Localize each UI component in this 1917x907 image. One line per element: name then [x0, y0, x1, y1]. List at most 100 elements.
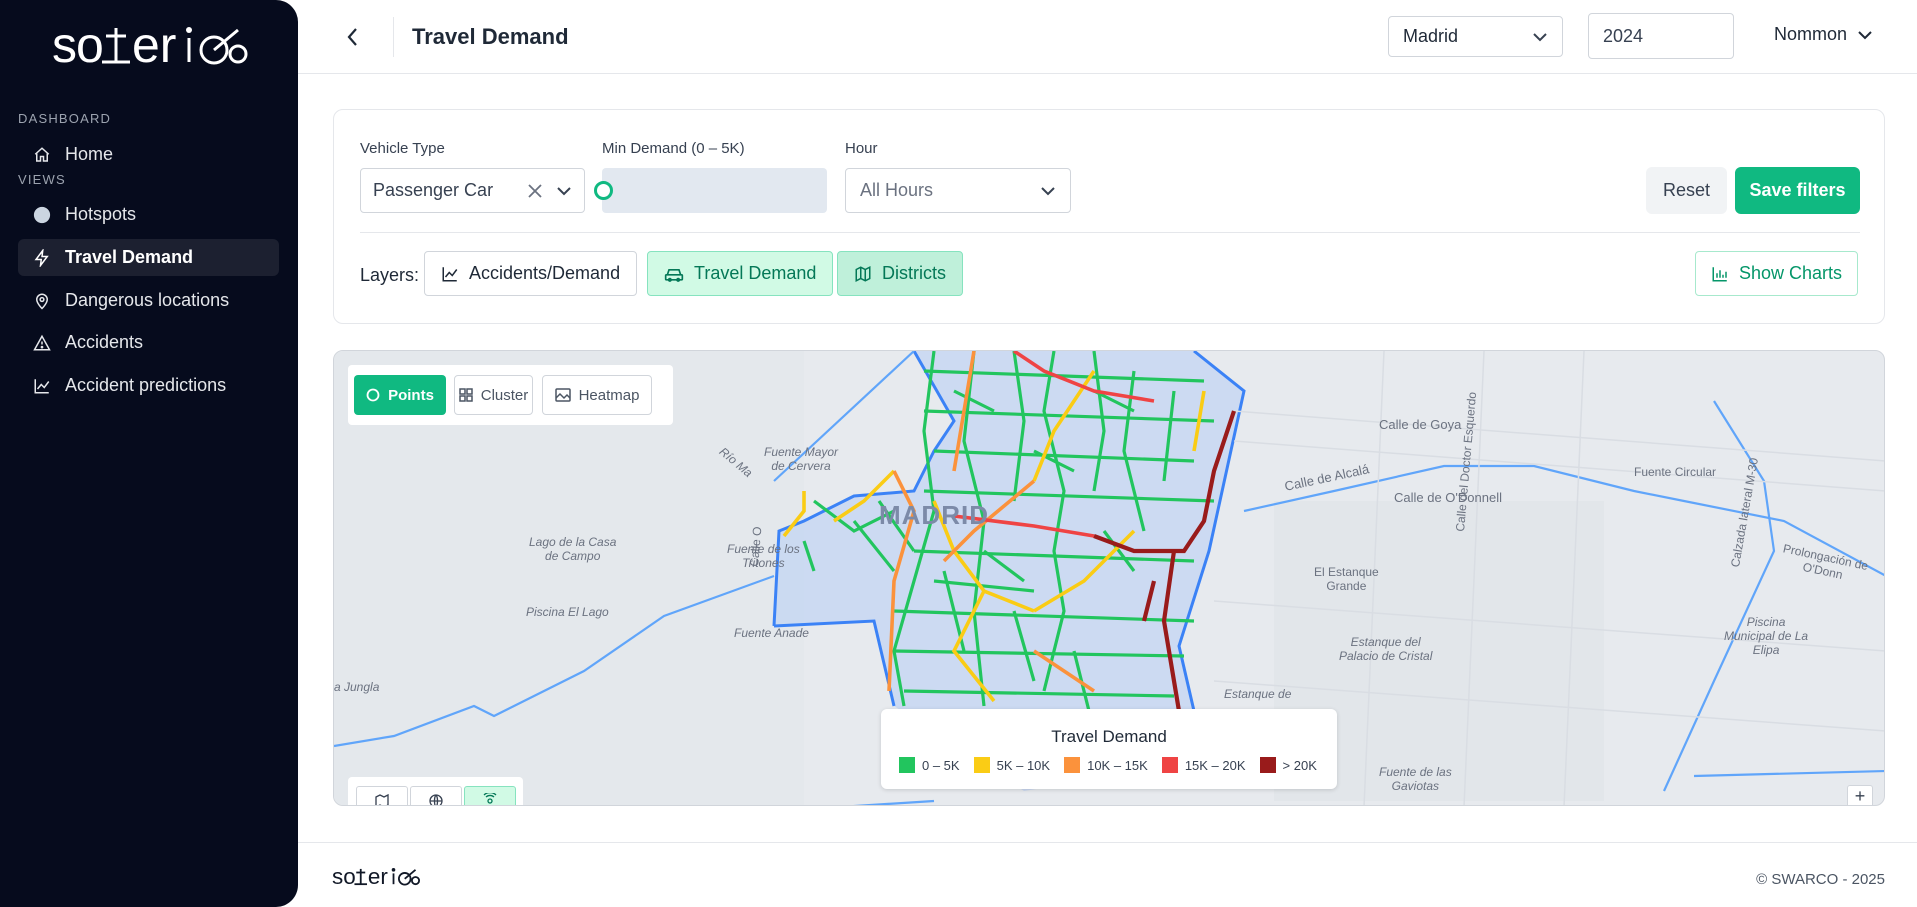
soterio-logo[interactable]: so er	[52, 17, 248, 75]
sidebar: so er DASHBOARD Home VIEWS Hotspots Trav…	[0, 0, 298, 907]
bolt-icon	[32, 248, 52, 268]
vehicle-type-value: Passenger Car	[373, 180, 494, 200]
basemap-globe-button[interactable]	[410, 786, 462, 805]
user-menu[interactable]: Nommon	[1774, 24, 1873, 45]
map-view[interactable]: MADRID Calle de Goya Calle de Alcalá Cal…	[333, 350, 1885, 806]
sidebar-item-label: Travel Demand	[65, 247, 194, 267]
map-label-piscina-elipa: Piscina Municipal de La Elipa	[1724, 615, 1809, 657]
basemap-switcher	[348, 777, 523, 805]
map-label-jungla: a Jungla	[334, 680, 380, 694]
sidebar-item-label: Accident predictions	[65, 375, 227, 395]
map-label-fuente-cervera: Fuente Mayor de Cervera	[764, 445, 839, 473]
map-pin-icon	[32, 291, 52, 311]
show-charts-button[interactable]: Show Charts	[1695, 251, 1858, 296]
sidebar-item-hotspots[interactable]: Hotspots	[18, 196, 279, 233]
layer-label: Travel Demand	[694, 263, 817, 283]
legend-item-label: > 20K	[1282, 757, 1317, 773]
basemap-satellite-button[interactable]	[464, 786, 516, 805]
sidebar-item-dangerous-locations[interactable]: Dangerous locations	[18, 282, 279, 319]
line-chart-icon	[442, 266, 458, 281]
map-label-estanque-de: Estanque de	[1224, 687, 1292, 701]
satellite-icon	[483, 793, 497, 804]
user-name: Nommon	[1774, 24, 1848, 44]
legend-item: > 20K	[1259, 757, 1317, 773]
mode-cluster-button[interactable]: Cluster	[454, 375, 533, 415]
back-button[interactable]	[338, 22, 368, 52]
legend-swatch	[1161, 757, 1178, 773]
sidebar-item-label: Hotspots	[65, 204, 137, 224]
map-label-calle-goya: Calle de Goya	[1379, 417, 1462, 432]
map-label-fuente-anade: Fuente Anade	[734, 626, 809, 640]
vehicle-type-label: Vehicle Type	[360, 140, 445, 157]
legend-item-label: 5K – 10K	[996, 757, 1051, 773]
reset-button[interactable]: Reset	[1646, 167, 1727, 214]
map-label-estanque-grande: El Estanque Grande	[1314, 565, 1379, 593]
warning-triangle-icon	[32, 333, 52, 353]
map-label-piscina-el-lago: Piscina El Lago	[526, 605, 609, 619]
map-label-calle-odonnell: Calle de O'Donnell	[1394, 490, 1502, 505]
layer-label: Districts	[882, 263, 946, 283]
svg-text:so: so	[52, 22, 103, 70]
svg-text:er: er	[368, 865, 388, 889]
globe-icon	[429, 794, 443, 805]
mode-label: Points	[388, 386, 434, 404]
top-header: Travel Demand Madrid Nommon	[298, 0, 1917, 74]
sidebar-item-label: Accidents	[65, 332, 144, 352]
header-divider	[393, 17, 394, 57]
min-demand-label: Min Demand (0 – 5K)	[602, 140, 745, 157]
image-icon	[554, 388, 571, 402]
layer-travel-demand-button[interactable]: Travel Demand	[647, 251, 834, 296]
circle-icon	[32, 205, 52, 225]
section-label-views: VIEWS	[18, 172, 66, 187]
chevron-down-icon	[1858, 30, 1872, 39]
hour-select-value: All Hours	[860, 180, 934, 200]
map-label-fuente-gaviotas: Fuente de las Gaviotas	[1379, 765, 1452, 793]
map-label-lago-casa-de-campo: Lago de la Casa de Campo	[529, 535, 617, 563]
layer-accidents-demand-button[interactable]: Accidents/Demand	[424, 251, 638, 296]
page-title: Travel Demand	[412, 24, 569, 49]
hour-select[interactable]: All Hours	[845, 168, 1071, 213]
map-label-madrid: MADRID	[879, 500, 989, 530]
mode-label: Cluster	[480, 386, 529, 404]
section-label-dashboard: DASHBOARD	[18, 111, 112, 126]
slider-thumb[interactable]	[594, 181, 613, 200]
trend-chart-icon	[32, 376, 52, 396]
basemap-map-button[interactable]	[356, 786, 408, 805]
min-demand-slider[interactable]	[594, 168, 827, 213]
layers-label: Layers:	[360, 265, 420, 285]
sidebar-item-home[interactable]: Home	[18, 136, 279, 173]
vehicle-type-select[interactable]: Passenger Car	[360, 168, 585, 213]
legend-item: 5K – 10K	[973, 757, 1051, 773]
hour-label: Hour	[845, 140, 878, 157]
map-label-fuente-circular: Fuente Circular	[1634, 465, 1717, 479]
clear-icon[interactable]	[528, 183, 542, 198]
legend-swatch	[1259, 757, 1276, 773]
footer: so er © SWARCO - 2025	[298, 842, 1917, 907]
legend-swatch	[899, 757, 915, 773]
home-icon	[32, 145, 52, 165]
map-mode-toolbar: Points Cluster Heatmap	[348, 365, 673, 425]
svg-text:so: so	[332, 865, 356, 889]
sidebar-item-accidents[interactable]: Accidents	[18, 324, 279, 361]
city-select[interactable]: Madrid	[1388, 16, 1563, 57]
legend-item-label: 10K – 15K	[1087, 757, 1148, 773]
mode-points-button[interactable]: Points	[354, 375, 446, 415]
map-icon	[855, 265, 871, 282]
layer-districts-button[interactable]: Districts	[837, 251, 963, 296]
legend-title: Travel Demand	[1051, 727, 1167, 746]
sidebar-item-label: Dangerous locations	[65, 290, 230, 310]
circle-outline-icon	[366, 388, 380, 402]
year-input[interactable]	[1588, 13, 1734, 59]
zoom-in-button[interactable]: +	[1847, 785, 1873, 805]
legend-swatch	[1064, 757, 1081, 773]
show-charts-label: Show Charts	[1738, 263, 1843, 283]
mode-heatmap-button[interactable]: Heatmap	[542, 375, 652, 415]
chevron-down-icon	[1533, 32, 1547, 41]
sidebar-item-accident-predictions[interactable]: Accident predictions	[18, 367, 279, 404]
save-filters-button[interactable]: Save filters	[1735, 167, 1860, 214]
mode-label: Heatmap	[578, 386, 640, 404]
card-divider	[360, 232, 1860, 233]
legend-item: 15K – 20K	[1161, 757, 1246, 773]
sidebar-item-travel-demand[interactable]: Travel Demand	[18, 239, 279, 276]
map-label-estanque-palacio: Estanque del Palacio de Cristal	[1339, 635, 1433, 663]
